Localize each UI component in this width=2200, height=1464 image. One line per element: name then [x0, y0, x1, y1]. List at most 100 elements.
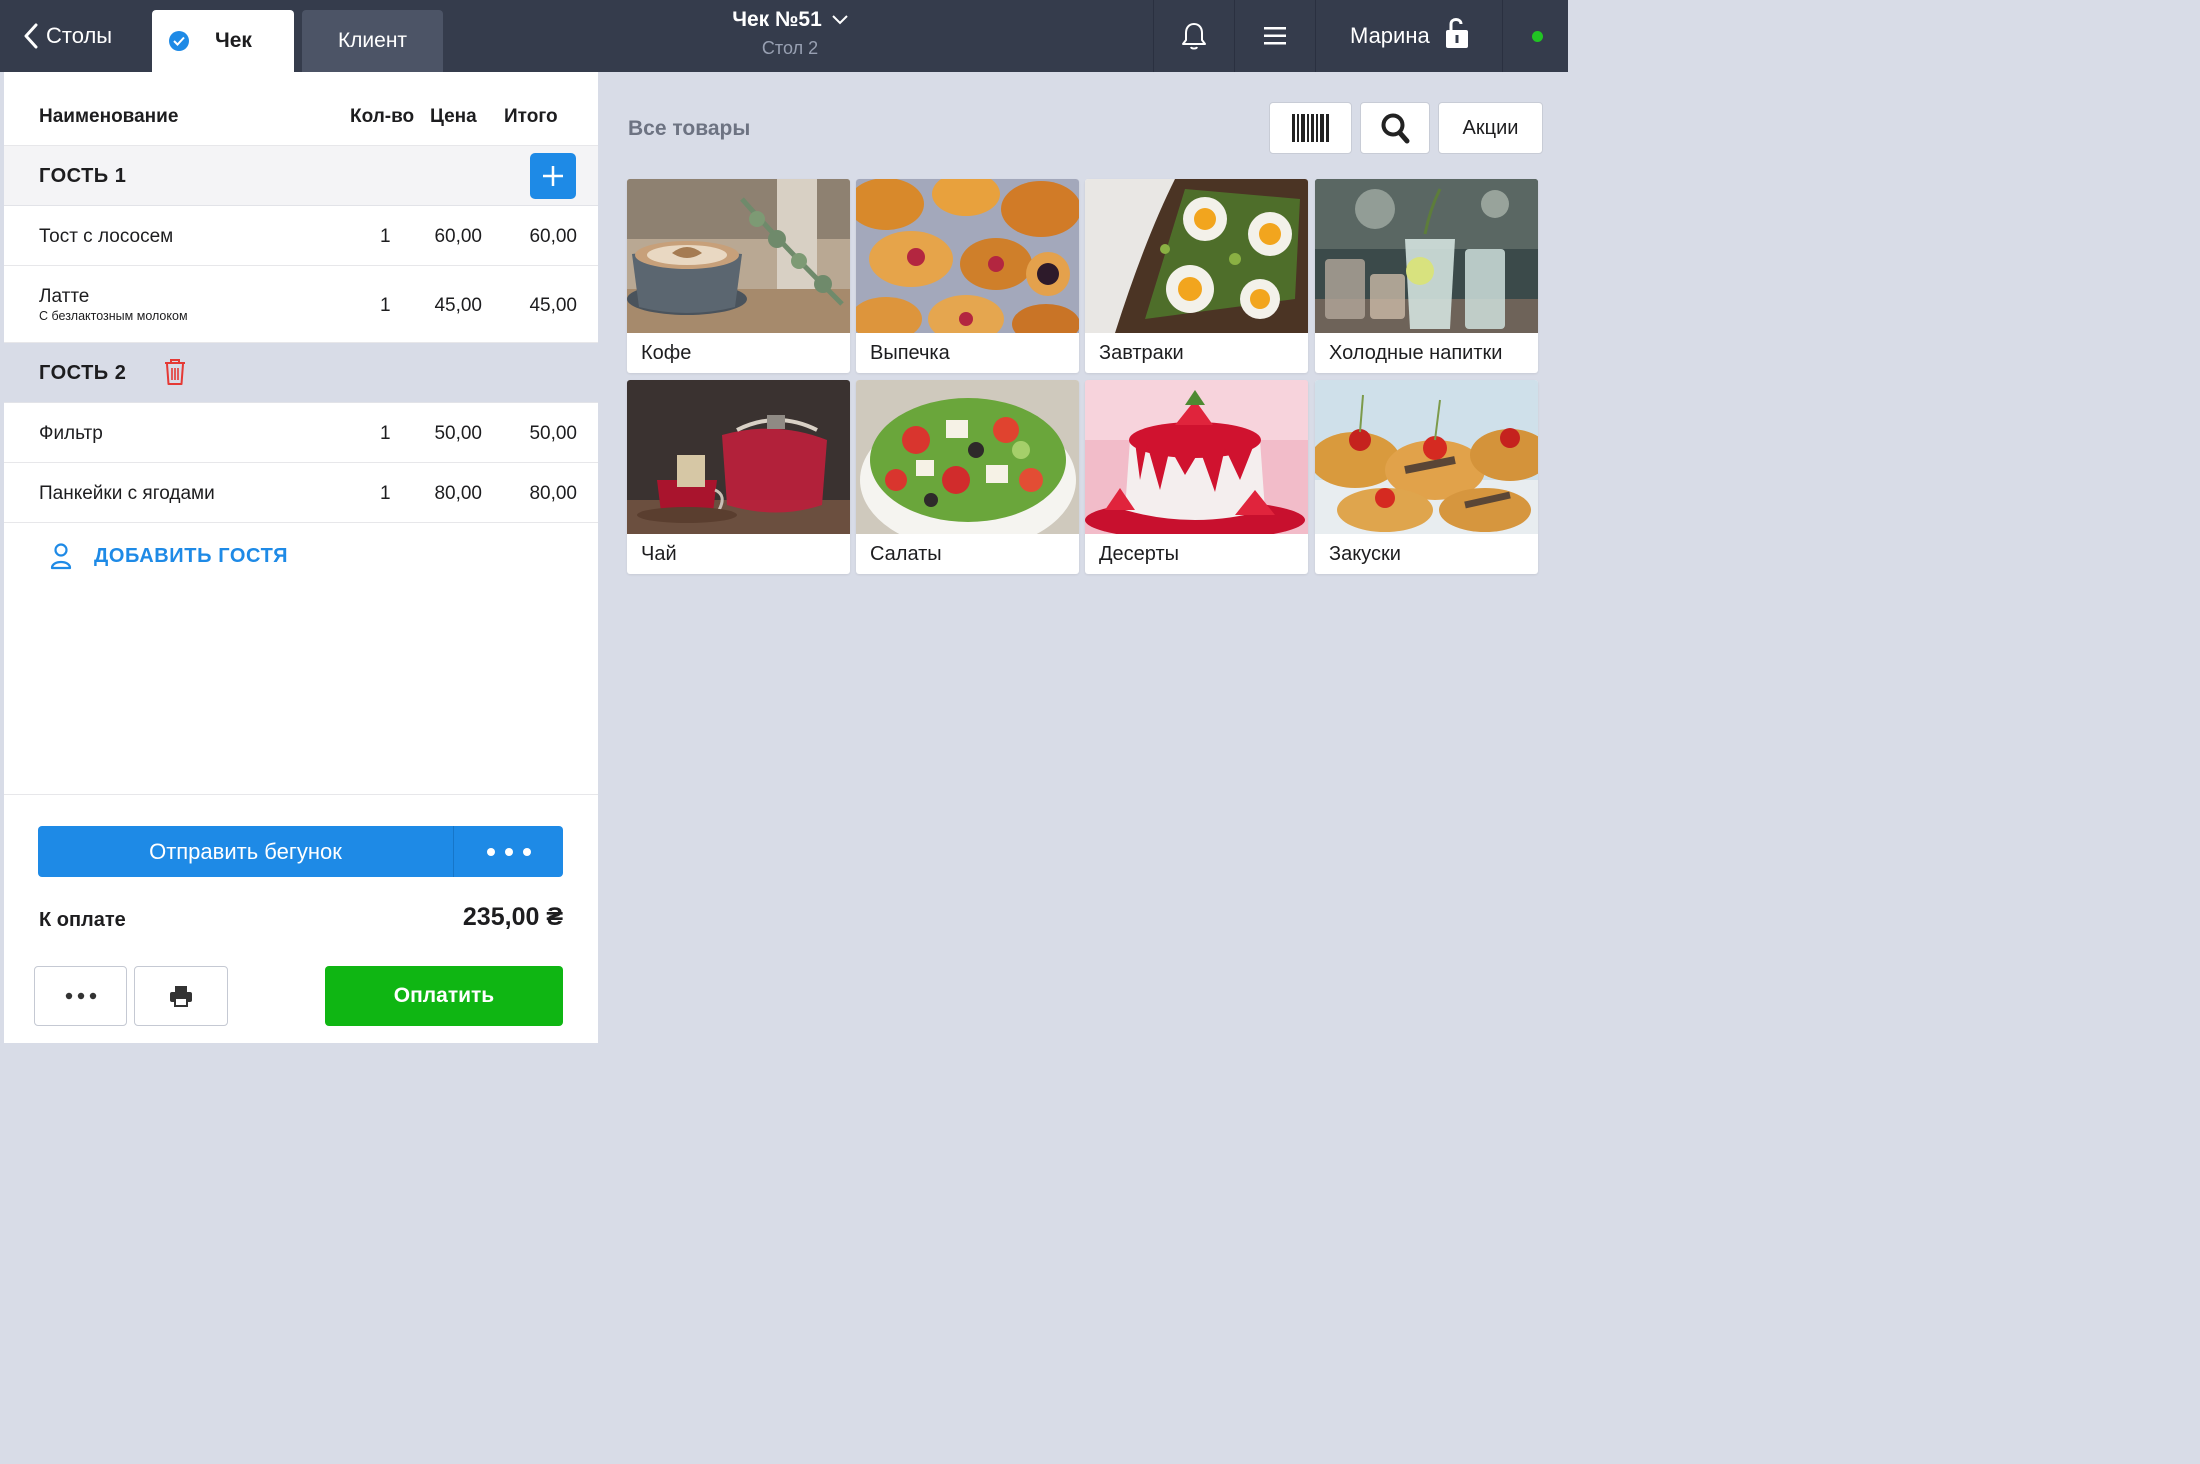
printer-icon — [170, 986, 192, 1007]
tea-photo-icon — [627, 380, 850, 534]
category-label: Десерты — [1099, 543, 1180, 565]
table-subtitle: Стол 2 — [761, 38, 819, 58]
more-actions-button[interactable] — [34, 966, 127, 1026]
dessert-photo-icon — [1085, 380, 1308, 534]
item-qty: 1 — [380, 483, 391, 504]
topbar-divider — [1502, 0, 1503, 72]
snacks-photo-icon — [1315, 380, 1538, 534]
item-name: Латте — [39, 286, 90, 307]
catalog-title: Все товары — [628, 117, 751, 140]
category-label: Закуски — [1329, 543, 1401, 565]
back-label: Столы — [46, 23, 113, 48]
column-total: Итого — [504, 106, 558, 127]
category-card-pastry[interactable]: Выпечка — [856, 179, 1079, 373]
item-total: 50,00 — [529, 423, 577, 444]
plus-icon — [543, 166, 563, 186]
pastry-photo-icon — [856, 179, 1079, 333]
check-circle-icon — [169, 31, 189, 51]
unlock-icon[interactable] — [1442, 16, 1472, 50]
trash-icon[interactable] — [162, 357, 188, 387]
tab-client[interactable]: Клиент — [302, 10, 443, 72]
chevron-left-icon — [24, 23, 38, 49]
item-name: Панкейки с ягодами — [39, 483, 215, 504]
item-price: 60,00 — [434, 226, 482, 247]
category-card-coffee[interactable]: Кофе — [627, 179, 850, 373]
topbar-divider — [1153, 0, 1154, 72]
more-dots-icon — [486, 847, 531, 856]
topbar-divider — [1234, 0, 1235, 72]
order-item-row[interactable]: Латте С безлактозным молоком 1 45,00 45,… — [4, 266, 598, 343]
cold-drink-photo-icon — [1315, 179, 1538, 333]
print-button[interactable] — [134, 966, 228, 1026]
barcode-scan-button[interactable] — [1269, 102, 1352, 154]
coffee-photo-icon — [627, 179, 850, 333]
top-bar: Столы Чек Клиент Чек №51 Стол 2 Марина — [0, 0, 1568, 72]
category-label: Выпечка — [870, 342, 950, 364]
search-icon — [1381, 113, 1410, 144]
order-item-row[interactable]: Тост с лососем 1 60,00 60,00 — [4, 206, 598, 266]
guest-header-selected[interactable]: ГОСТЬ 2 — [4, 343, 598, 403]
column-qty: Кол-во — [350, 106, 415, 127]
category-label: Холодные напитки — [1329, 342, 1503, 364]
order-table-header: Наименование Кол-во Цена Итого — [4, 72, 598, 146]
category-card-salads[interactable]: Салаты — [856, 380, 1079, 574]
bell-icon[interactable] — [1178, 20, 1210, 52]
category-card-desserts[interactable]: Десерты — [1085, 380, 1308, 574]
order-panel: Наименование Кол-во Цена Итого ГОСТЬ 1 Т… — [4, 72, 598, 1043]
breakfast-photo-icon — [1085, 179, 1308, 333]
menu-icon[interactable] — [1262, 24, 1290, 48]
more-dots-icon — [65, 992, 96, 1000]
item-name: Тост с лососем — [39, 226, 174, 247]
add-item-button[interactable] — [530, 153, 576, 199]
item-total: 60,00 — [529, 226, 577, 247]
item-total: 45,00 — [529, 295, 577, 316]
column-name: Наименование — [39, 106, 179, 127]
barcode-icon — [1291, 114, 1329, 142]
order-item-row[interactable]: Фильтр 1 50,00 50,00 — [4, 403, 598, 463]
chevron-down-icon — [832, 15, 848, 25]
category-card-snacks[interactable]: Закуски — [1315, 380, 1538, 574]
column-price: Цена — [430, 106, 477, 127]
add-guest-label: ДОБАВИТЬ ГОСТЯ — [94, 544, 289, 567]
item-price: 50,00 — [434, 423, 482, 444]
order-footer: Отправить бегунок К оплате 235,00 ₴ Опла… — [4, 794, 598, 1043]
item-modifier: С безлактозным молоком — [39, 309, 188, 323]
guest-label: ГОСТЬ 1 — [39, 165, 127, 187]
search-button[interactable] — [1360, 102, 1430, 154]
category-card-cold-drinks[interactable]: Холодные напитки — [1315, 179, 1538, 373]
send-options-button[interactable] — [454, 826, 563, 877]
add-guest-button[interactable]: ДОБАВИТЬ ГОСТЯ — [50, 542, 288, 570]
send-runner-button[interactable]: Отправить бегунок — [38, 826, 454, 877]
to-pay-amount: 235,00 ₴ — [462, 903, 563, 931]
guest-header[interactable]: ГОСТЬ 1 — [4, 146, 598, 206]
tab-check[interactable]: Чек — [152, 10, 294, 72]
category-card-breakfast[interactable]: Завтраки — [1085, 179, 1308, 373]
online-status-dot — [1532, 31, 1543, 42]
category-label: Завтраки — [1099, 342, 1184, 364]
category-label: Чай — [641, 543, 677, 565]
category-card-tea[interactable]: Чай — [627, 380, 850, 574]
topbar-divider — [1315, 0, 1316, 72]
receipt-title-dropdown[interactable]: Чек №51 Стол 2 — [660, 8, 920, 59]
item-qty: 1 — [380, 295, 391, 316]
guest-label: ГОСТЬ 2 — [39, 362, 127, 384]
item-name: Фильтр — [39, 423, 103, 444]
salad-photo-icon — [856, 380, 1079, 534]
receipt-title: Чек №51 — [732, 8, 822, 31]
tab-check-label: Чек — [215, 29, 252, 52]
user-icon — [50, 543, 72, 570]
pay-button[interactable]: Оплатить — [325, 966, 563, 1026]
item-price: 45,00 — [434, 295, 482, 316]
back-to-tables-button[interactable]: Столы — [22, 0, 112, 72]
user-name[interactable]: Марина — [1350, 0, 1430, 72]
send-runner-group: Отправить бегунок — [38, 826, 563, 877]
item-qty: 1 — [380, 226, 391, 247]
order-item-row[interactable]: Панкейки с ягодами 1 80,00 80,00 — [4, 463, 598, 523]
item-qty: 1 — [380, 423, 391, 444]
promotions-button[interactable]: Акции — [1438, 102, 1543, 154]
category-label: Кофе — [641, 342, 692, 364]
item-total: 80,00 — [529, 483, 577, 504]
item-price: 80,00 — [434, 483, 482, 504]
to-pay-label: К оплате — [39, 909, 126, 931]
category-label: Салаты — [870, 543, 942, 565]
